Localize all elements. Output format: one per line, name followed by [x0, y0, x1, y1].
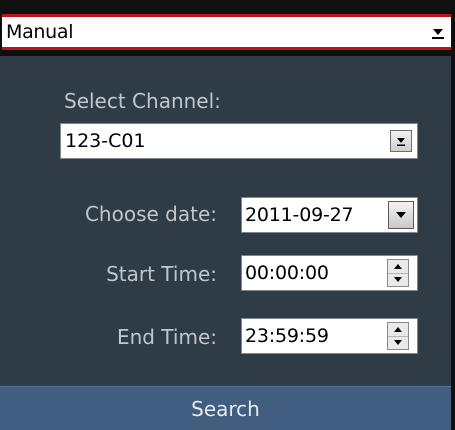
choose-date-label: Choose date:: [84, 202, 217, 226]
start-time-spinner[interactable]: [387, 259, 409, 287]
channel-select-value: 123-C01: [65, 130, 146, 152]
date-field[interactable]: 2011-09-27: [241, 197, 418, 233]
chevron-down-icon[interactable]: [425, 17, 451, 47]
spinner-down-icon[interactable]: [388, 337, 408, 350]
end-time-label: End Time:: [116, 325, 217, 349]
spinner-up-icon[interactable]: [388, 260, 408, 274]
date-value: 2011-09-27: [245, 204, 354, 226]
search-button[interactable]: Search: [0, 386, 451, 430]
mode-select-value: Manual: [6, 21, 74, 43]
start-time-field[interactable]: 00:00:00: [241, 255, 418, 291]
start-time-label: Start Time:: [106, 262, 217, 286]
channel-select[interactable]: 123-C01: [60, 123, 418, 159]
spinner-up-icon[interactable]: [388, 323, 408, 337]
end-time-value: 23:59:59: [245, 325, 329, 347]
spinner-down-icon[interactable]: [388, 274, 408, 287]
end-time-field[interactable]: 23:59:59: [241, 318, 418, 354]
mode-select[interactable]: Manual: [2, 14, 451, 50]
chevron-down-icon[interactable]: [390, 130, 412, 152]
end-time-spinner[interactable]: [387, 322, 409, 350]
search-panel: Select Channel: 123-C01 Choose date: 201…: [0, 56, 451, 386]
top-bar: [0, 0, 455, 11]
calendar-dropdown-icon[interactable]: [388, 201, 414, 229]
select-channel-label: Select Channel:: [64, 89, 221, 113]
start-time-value: 00:00:00: [245, 262, 329, 284]
